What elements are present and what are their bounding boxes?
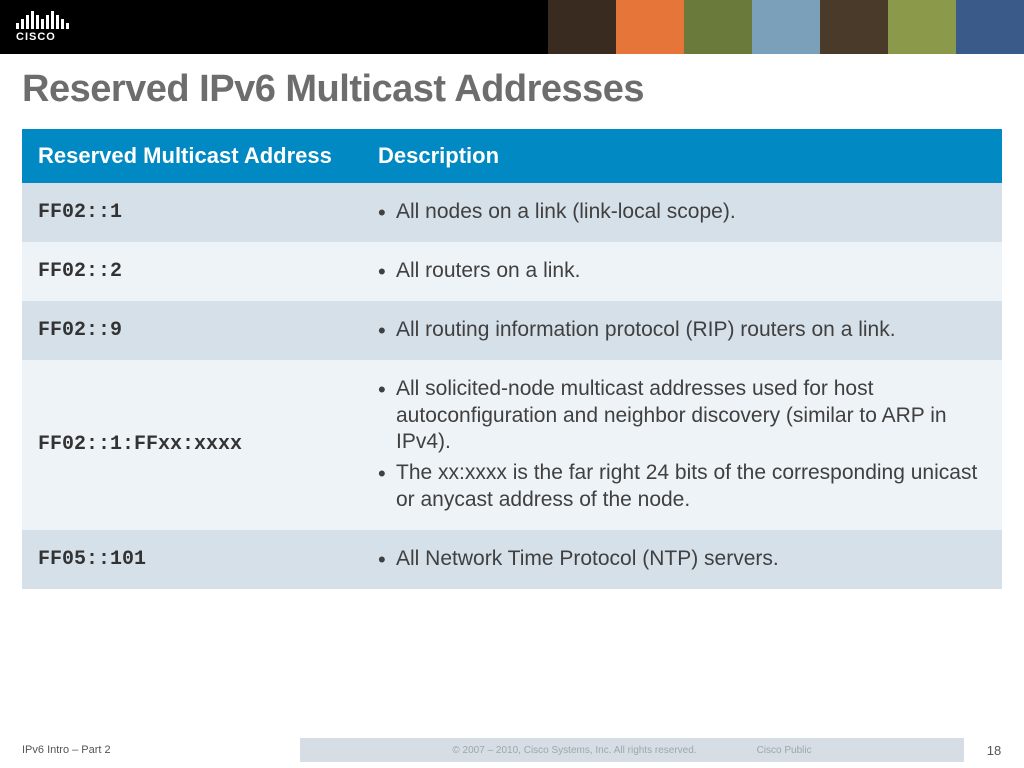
table-row: FF05::101 All Network Time Protocol (NTP… xyxy=(22,530,1002,589)
col-header-address: Reserved Multicast Address xyxy=(22,129,362,183)
cell-description: All nodes on a link (link-local scope). xyxy=(362,183,1002,242)
cell-address: FF02::1 xyxy=(22,183,362,242)
desc-item: All nodes on a link (link-local scope). xyxy=(378,199,986,226)
cell-address: FF02::9 xyxy=(22,301,362,360)
people-strip-image xyxy=(548,0,1024,54)
col-header-description: Description xyxy=(362,129,1002,183)
cell-description: All Network Time Protocol (NTP) servers. xyxy=(362,530,1002,589)
cell-description: All routers on a link. xyxy=(362,242,1002,301)
desc-item: All solicited-node multicast addresses u… xyxy=(378,376,986,457)
top-banner: CISCO xyxy=(0,0,1024,54)
table-header-row: Reserved Multicast Address Description xyxy=(22,129,1002,183)
footer-left: IPv6 Intro – Part 2 xyxy=(0,744,300,756)
desc-item: All routers on a link. xyxy=(378,258,986,285)
cell-description: All routing information protocol (RIP) r… xyxy=(362,301,1002,360)
footer-page-number: 18 xyxy=(964,743,1024,758)
cisco-bars-icon xyxy=(16,11,69,29)
table-row: FF02::1 All nodes on a link (link-local … xyxy=(22,183,1002,242)
cell-address: FF02::1:FFxx:xxxx xyxy=(22,360,362,530)
page-title: Reserved IPv6 Multicast Addresses xyxy=(0,54,1024,129)
footer-copyright: © 2007 – 2010, Cisco Systems, Inc. All r… xyxy=(452,745,696,756)
desc-item: All Network Time Protocol (NTP) servers. xyxy=(378,546,986,573)
table-row: FF02::9 All routing information protocol… xyxy=(22,301,1002,360)
desc-item: The xx:xxxx is the far right 24 bits of … xyxy=(378,460,986,514)
multicast-table: Reserved Multicast Address Description F… xyxy=(22,129,1002,589)
footer-mid: © 2007 – 2010, Cisco Systems, Inc. All r… xyxy=(300,738,964,762)
cisco-wordmark: CISCO xyxy=(16,31,56,43)
desc-item: All routing information protocol (RIP) r… xyxy=(378,317,986,344)
table-row: FF02::1:FFxx:xxxx All solicited-node mul… xyxy=(22,360,1002,530)
slide-footer: IPv6 Intro – Part 2 © 2007 – 2010, Cisco… xyxy=(0,732,1024,768)
cisco-logo: CISCO xyxy=(0,11,69,43)
cell-address: FF05::101 xyxy=(22,530,362,589)
footer-public: Cisco Public xyxy=(757,745,812,756)
table-row: FF02::2 All routers on a link. xyxy=(22,242,1002,301)
cell-description: All solicited-node multicast addresses u… xyxy=(362,360,1002,530)
cell-address: FF02::2 xyxy=(22,242,362,301)
